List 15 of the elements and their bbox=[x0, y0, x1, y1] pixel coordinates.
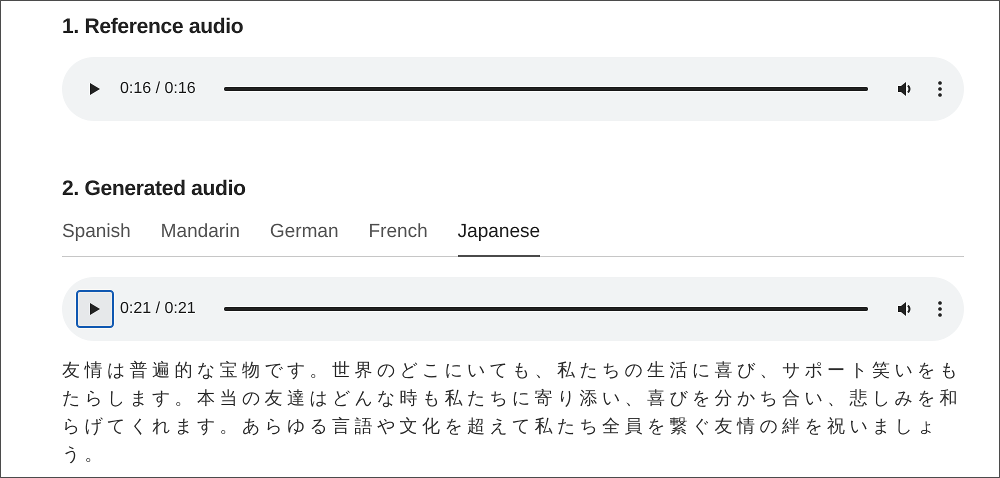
language-tab[interactable]: Spanish bbox=[62, 217, 131, 257]
transcript-text: 友情は普遍的な宝物です。世界のどこにいても、私たちの生活に喜び、サポート笑いをもたらします。本当の友達はどんな時も私たちに寄り添い、喜びを分かち合い、悲しみを和らげてくれます。あらゆる言語や文化を超えて私たち全員を繋ぐ友情の絆を祝いましょう。 bbox=[62, 359, 963, 467]
more-icon[interactable] bbox=[938, 81, 942, 97]
play-icon bbox=[89, 82, 101, 96]
section-heading: 2. Generated audio bbox=[62, 177, 246, 201]
play-button[interactable] bbox=[76, 290, 114, 328]
time-display: 0:16 / 0:16 bbox=[120, 80, 196, 98]
section-heading: 1. Reference audio bbox=[62, 15, 244, 39]
more-icon[interactable] bbox=[938, 301, 942, 317]
language-tab[interactable]: Mandarin bbox=[160, 217, 240, 257]
language-tab[interactable]: French bbox=[368, 217, 428, 257]
time-display: 0:21 / 0:21 bbox=[120, 300, 196, 318]
play-icon bbox=[89, 302, 101, 316]
language-tab[interactable]: Japanese bbox=[458, 217, 540, 257]
language-tab[interactable]: German bbox=[270, 217, 339, 257]
